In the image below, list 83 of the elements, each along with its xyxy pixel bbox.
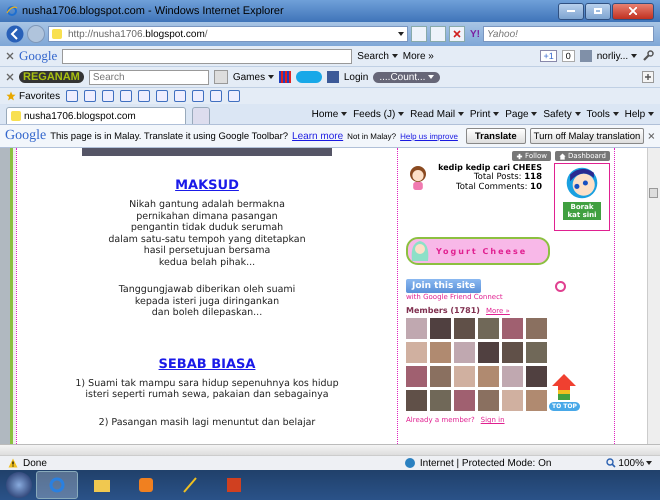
posts-count: 118	[524, 172, 542, 182]
command-button[interactable]: Page	[505, 108, 538, 120]
minimize-button[interactable]	[558, 2, 584, 20]
browser-tab[interactable]: nusha1706.blogspot.com	[6, 107, 186, 124]
more-button[interactable]: More »	[402, 50, 434, 62]
cartoon-face-icon[interactable]	[565, 166, 599, 200]
user-menu[interactable]: norliy...	[596, 50, 637, 62]
command-button[interactable]: Feeds (J)	[353, 108, 404, 120]
stop-icon[interactable]	[449, 26, 465, 42]
search-button[interactable]: Search	[357, 50, 398, 62]
address-field[interactable]: http://nusha1706.blogspot.com/	[48, 26, 408, 42]
google-logo: Google	[19, 48, 58, 64]
plus-one-count: 0	[562, 50, 575, 62]
members-heading: Members (1781)	[406, 306, 480, 315]
globe-icon	[404, 458, 415, 468]
favorite-link-icon[interactable]	[156, 90, 168, 102]
login-button[interactable]: Login	[344, 72, 368, 82]
post-paragraph: Nikah gantung adalah bermakna pernikahan dimana pasangan pengantin tidak duduk serumah dalam satu-satu tempoh yang ditetapkan hasil persetujuan bersama kedua belah pihak...	[108, 199, 306, 268]
learn-more-link[interactable]: Learn more	[292, 130, 344, 142]
command-button[interactable]: Tools	[586, 108, 619, 120]
favorite-link-icon[interactable]	[120, 90, 132, 102]
vertical-scrollbar[interactable]	[647, 148, 660, 444]
favorite-link-icon[interactable]	[210, 90, 222, 102]
favorite-link-icon[interactable]	[84, 90, 96, 102]
avatar-icon	[580, 50, 592, 62]
post-paragraph: 1) Suami tak mampu sara hidup sepenuhnya kos hidup isteri seperti rumah sewa, pakaian dan sebagainya	[75, 378, 339, 400]
comments-label: Total Comments:	[456, 182, 528, 192]
favorite-link-icon[interactable]	[228, 90, 240, 102]
post-paragraph: Tanggungjawab diberikan oleh suami kepada isteri juga diringankan dan boleh dilepaskan...	[118, 284, 296, 318]
favorite-link-icon[interactable]	[138, 90, 150, 102]
command-button[interactable]: Home	[312, 108, 348, 120]
maximize-button[interactable]	[585, 2, 611, 20]
comments-count: 10	[530, 182, 542, 192]
horizontal-scrollbar[interactable]	[0, 444, 660, 455]
star-icon[interactable]	[6, 91, 16, 101]
zoom-icon[interactable]	[606, 458, 616, 468]
command-button[interactable]: Safety	[543, 108, 581, 120]
search-field[interactable]: Search	[88, 70, 209, 84]
close-icon[interactable]	[648, 132, 655, 140]
browser-logo-icon	[6, 5, 18, 17]
close-icon[interactable]	[6, 73, 14, 81]
grid-icon[interactable]	[278, 71, 291, 83]
section-heading[interactable]: MAKSUD	[175, 178, 239, 193]
favorite-link-icon[interactable]	[66, 90, 78, 102]
plus-icon[interactable]	[516, 152, 524, 160]
add-button[interactable]	[642, 71, 654, 83]
favorite-link-icon[interactable]	[192, 90, 204, 102]
plus-one-button[interactable]: +1	[540, 50, 557, 62]
not-in-language-text: Not in Malay?	[347, 132, 396, 140]
counter-dropdown[interactable]: ....Count...	[373, 72, 440, 82]
new-tab-button[interactable]	[192, 107, 210, 124]
games-button[interactable]: Games	[232, 72, 274, 82]
help-link[interactable]: Help us improve	[400, 132, 458, 140]
search-provider-logo: Y!	[470, 28, 480, 40]
posts-label: Total Posts:	[474, 172, 522, 182]
warning-icon	[8, 458, 18, 468]
start-button[interactable]	[6, 472, 32, 498]
favorites-button[interactable]: Favorites	[6, 90, 60, 102]
toolbar-logo: REGANAM	[19, 71, 84, 83]
favorite-link-icon[interactable]	[174, 90, 186, 102]
turn-off-button[interactable]: Turn off Malay translation	[530, 128, 644, 144]
section-heading[interactable]: SEBAB BIASA	[158, 356, 256, 372]
search-field[interactable]	[62, 48, 352, 64]
status-text: Done	[23, 458, 47, 468]
security-zone: Internet | Protected Mode: On	[420, 458, 552, 468]
google-logo: Google	[5, 128, 46, 144]
favorite-link-icon[interactable]	[102, 90, 114, 102]
close-icon[interactable]	[6, 52, 14, 60]
zoom-button[interactable]: 100%	[606, 458, 652, 468]
back-button[interactable]	[6, 25, 24, 43]
house-icon[interactable]	[559, 152, 566, 160]
translate-button[interactable]: Translate	[466, 128, 526, 144]
wrench-icon[interactable]	[642, 50, 654, 62]
close-button[interactable]	[612, 2, 654, 20]
search-field[interactable]: Yahoo!	[483, 26, 654, 42]
link-icon[interactable]	[555, 280, 566, 292]
command-button[interactable]: Help	[624, 108, 654, 120]
command-button[interactable]: Read Mail	[410, 108, 464, 120]
command-button[interactable]: Print	[470, 108, 500, 120]
window-title: nusha1706.blogspot.com - Windows Internet Explorer	[22, 5, 284, 17]
post-paragraph: 2) Pasangan masih lagi menuntut dan belajar	[98, 416, 316, 428]
translate-message: This page is in Malay. Translate it using Google Toolbar?	[50, 130, 288, 142]
blog-name: kedip kedip cari CHEES	[438, 163, 542, 172]
